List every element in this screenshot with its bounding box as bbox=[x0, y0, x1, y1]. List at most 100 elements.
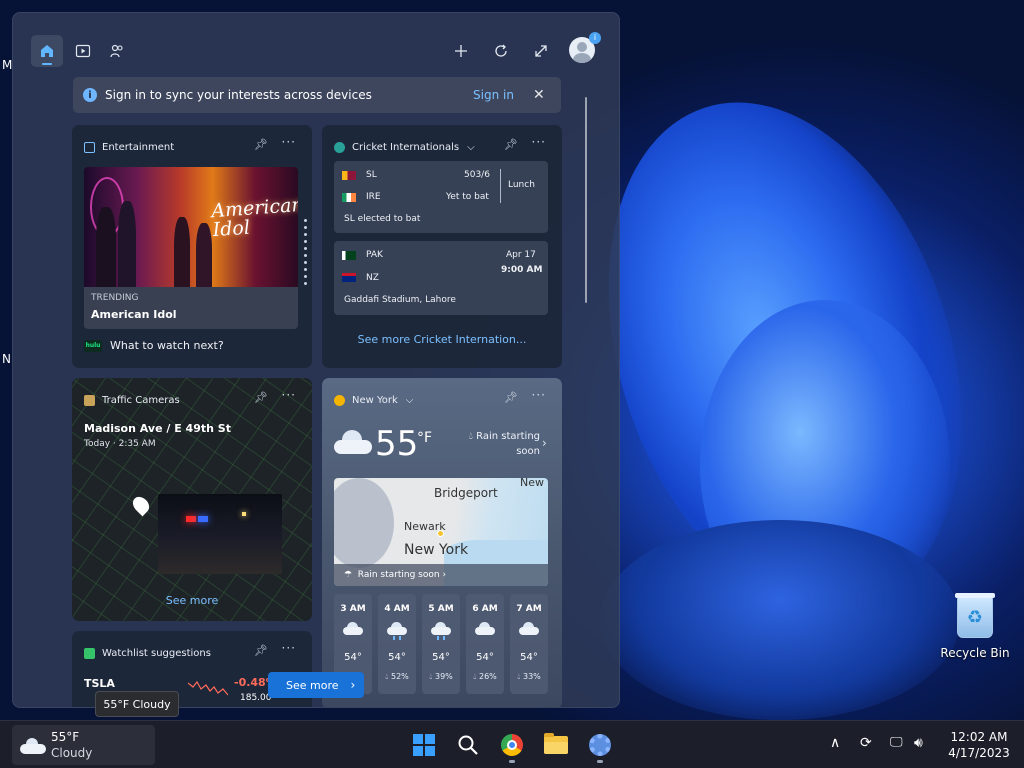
watch-tab[interactable] bbox=[67, 35, 99, 67]
map-label: Bridgeport bbox=[434, 486, 498, 500]
trending-caption[interactable]: TRENDING American Idol bbox=[84, 287, 298, 329]
hour-forecast[interactable]: 6 AM 54° 💧︎ 26% bbox=[466, 594, 504, 694]
recycle-bin-label: Recycle Bin bbox=[940, 646, 1010, 660]
map-caption[interactable]: ☂︎ Rain starting soon › bbox=[334, 564, 548, 586]
summary-line: Rain starting bbox=[476, 431, 540, 442]
recycle-bin[interactable]: ♻ Recycle Bin bbox=[940, 593, 1010, 660]
settings-taskbar-button[interactable] bbox=[584, 729, 616, 763]
weather-tooltip: 55°F Cloudy bbox=[95, 691, 179, 717]
desktop-icon-label-partial[interactable]: M bbox=[2, 58, 12, 72]
pin-icon[interactable]: 📌︎ bbox=[254, 138, 268, 151]
sri-lanka-flag-icon bbox=[342, 171, 356, 180]
new-zealand-flag-icon bbox=[342, 273, 356, 282]
expand-button[interactable] bbox=[525, 35, 557, 67]
pin-icon[interactable]: 📌︎ bbox=[504, 138, 518, 151]
american-idol-image[interactable]: American Idol bbox=[84, 167, 298, 287]
search-button[interactable] bbox=[452, 729, 484, 761]
see-more-button[interactable]: See more › bbox=[268, 672, 364, 698]
map-caption-text: Rain starting soon bbox=[357, 570, 440, 580]
chevron-right-icon: › bbox=[350, 678, 356, 692]
sign-in-link[interactable]: Sign in bbox=[473, 88, 514, 102]
hour-label: 3 AM bbox=[340, 604, 366, 614]
start-button[interactable] bbox=[408, 729, 440, 761]
tsla-ticker[interactable]: TSLA bbox=[84, 677, 115, 690]
search-icon bbox=[458, 735, 478, 755]
cricket-icon bbox=[334, 141, 345, 153]
hulu-logo: hulu bbox=[84, 339, 102, 352]
taskbar-temp: 55°F bbox=[51, 730, 80, 744]
chevron-down-icon[interactable]: ⌵ bbox=[406, 395, 414, 406]
home-icon bbox=[41, 45, 53, 57]
trending-title: American Idol bbox=[91, 308, 177, 321]
pin-icon[interactable]: 📌︎ bbox=[254, 644, 268, 657]
trending-label: TRENDING bbox=[91, 293, 139, 303]
traffic-camera-image[interactable] bbox=[158, 494, 282, 574]
more-options-icon[interactable]: ··· bbox=[282, 641, 296, 655]
carousel-dots[interactable] bbox=[304, 219, 307, 289]
match-sl-ire[interactable]: SL 503/6 IRE Yet to bat Lunch SL elected… bbox=[334, 161, 548, 233]
team-score: 503/6 bbox=[464, 170, 490, 180]
cloud-icon bbox=[519, 622, 539, 636]
hour-forecast[interactable]: 7 AM 54° 💧︎ 33% bbox=[510, 594, 548, 694]
weather-summary[interactable]: 💧︎ Rain starting soon bbox=[462, 429, 540, 459]
volume-icon[interactable]: 🔊︎ bbox=[914, 735, 923, 751]
settings-icon bbox=[589, 734, 611, 756]
hour-forecast[interactable]: 5 AM 54° 💧︎ 39% bbox=[422, 594, 460, 694]
chevron-down-icon[interactable]: ⌵ bbox=[467, 142, 475, 153]
following-tab[interactable] bbox=[101, 35, 133, 67]
match-pak-nz[interactable]: PAK NZ Apr 17 9:00 AM Gaddafi Stadium, L… bbox=[334, 241, 548, 315]
home-tab[interactable] bbox=[31, 35, 63, 67]
taskbar-clock[interactable]: 12:02 AM 4/17/2023 bbox=[940, 729, 1018, 761]
network-icon[interactable]: 🖵︎ bbox=[890, 735, 903, 750]
show-hidden-icons-chevron-icon[interactable]: ∧ bbox=[830, 735, 840, 751]
see-more-traffic-link[interactable]: See more bbox=[72, 594, 312, 607]
pin-icon[interactable]: 📌︎ bbox=[254, 391, 268, 404]
match-venue: Gaddafi Stadium, Lahore bbox=[344, 295, 456, 305]
cricket-card: Cricket Internationals ⌵ 📌︎ ··· SL 503/6… bbox=[322, 125, 562, 368]
close-icon[interactable]: ✕ bbox=[533, 87, 545, 103]
temperature-unit[interactable]: °F bbox=[417, 430, 432, 446]
stock-price: 185.00 bbox=[240, 693, 272, 703]
map-label: New York bbox=[404, 542, 469, 558]
chrome-taskbar-button[interactable] bbox=[496, 729, 528, 763]
camera-timestamp: Today · 2:35 AM bbox=[84, 439, 156, 449]
more-options-icon[interactable]: ··· bbox=[282, 388, 296, 402]
what-to-watch-link[interactable]: hulu What to watch next? bbox=[84, 339, 224, 352]
match-date: Apr 17 bbox=[506, 250, 536, 260]
file-explorer-taskbar-button[interactable] bbox=[540, 729, 572, 761]
hour-temp: 54° bbox=[388, 652, 406, 663]
taskbar: 55°F Cloudy ∧ ⟳ 🖵︎ 🔊︎ 12:02 AM 4/17/2023 bbox=[0, 720, 1024, 768]
traffic-cameras-card: Traffic Cameras 📌︎ ··· Madison Ave / E 4… bbox=[72, 378, 312, 621]
stock-sparkline bbox=[188, 680, 228, 696]
widgets-panel: i i Sign in to sync your interests acros… bbox=[12, 12, 620, 708]
panel-scrollbar[interactable] bbox=[585, 97, 587, 303]
team-score: Yet to bat bbox=[446, 192, 489, 202]
more-options-icon[interactable]: ··· bbox=[282, 135, 296, 149]
taskbar-condition: Cloudy bbox=[51, 746, 93, 760]
add-widget-button[interactable] bbox=[445, 35, 477, 67]
hour-forecast[interactable]: 4 AM 54° 💧︎ 52% bbox=[378, 594, 416, 694]
more-options-icon[interactable]: ··· bbox=[532, 135, 546, 149]
hour-precip: 39% bbox=[434, 672, 453, 681]
hour-precip: 33% bbox=[522, 672, 541, 681]
hour-temp: 54° bbox=[520, 652, 538, 663]
pin-icon[interactable]: 📌︎ bbox=[504, 391, 518, 404]
team-name: IRE bbox=[366, 192, 381, 202]
refresh-button[interactable] bbox=[485, 35, 517, 67]
team-name: NZ bbox=[366, 273, 379, 283]
taskbar-weather-widget[interactable]: 55°F Cloudy bbox=[12, 725, 155, 765]
sign-in-banner: i Sign in to sync your interests across … bbox=[73, 77, 561, 113]
see-more-cricket-link[interactable]: See more Cricket Internation... bbox=[322, 333, 562, 346]
chevron-right-icon[interactable]: › bbox=[542, 436, 547, 450]
hour-precip: 26% bbox=[478, 672, 497, 681]
weather-radar-map[interactable]: Bridgeport New Newark New York ☂︎ Rain s… bbox=[334, 478, 548, 586]
rain-cloud-icon bbox=[431, 622, 451, 640]
sync-icon[interactable]: ⟳ bbox=[860, 735, 872, 751]
info-icon: i bbox=[83, 88, 97, 102]
hour-temp: 54° bbox=[476, 652, 494, 663]
clock-date: 4/17/2023 bbox=[948, 746, 1010, 760]
cloud-icon bbox=[20, 738, 46, 754]
more-options-icon[interactable]: ··· bbox=[532, 388, 546, 402]
desktop-icon-label-partial[interactable]: N bbox=[2, 352, 11, 366]
entertainment-icon bbox=[84, 141, 95, 153]
